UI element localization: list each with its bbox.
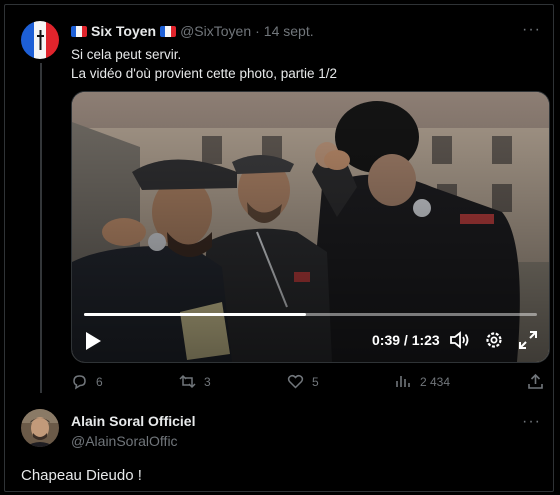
tweet-text: Si cela peut servir. La vidéo d'où provi… (71, 45, 337, 83)
avatar[interactable] (21, 409, 59, 447)
reply-button[interactable]: 6 (71, 373, 103, 390)
tweet-date[interactable]: 14 sept. (264, 23, 314, 39)
video-time: 0:39 / 1:23 (372, 332, 440, 348)
fullscreen-icon[interactable] (518, 330, 538, 350)
heart-icon (287, 374, 304, 389)
tweet-header: Six Toyen @SixToyen · 14 sept. (71, 23, 314, 39)
handle[interactable]: @AlainSoralOffic (71, 433, 178, 449)
handle[interactable]: @SixToyen (180, 23, 251, 39)
cross-icon (36, 30, 44, 50)
french-flag-icon (160, 25, 177, 37)
reply-icon (73, 375, 86, 390)
analytics-icon (396, 376, 410, 387)
avatar-photo (21, 409, 59, 447)
share-button[interactable] (527, 373, 544, 390)
more-options-button[interactable]: ··· (522, 413, 541, 431)
play-icon[interactable] (84, 331, 102, 351)
repost-icon (179, 374, 196, 389)
thread-connector-line (40, 63, 42, 393)
views-button[interactable]: 2 434 (395, 373, 450, 390)
more-options-button[interactable]: ··· (522, 21, 541, 39)
repost-count: 3 (204, 374, 211, 389)
avatar[interactable] (21, 21, 59, 59)
like-button[interactable]: 5 (287, 373, 319, 390)
tweet-text-line: La vidéo d'où provient cette photo, part… (71, 66, 338, 81)
tweet-text-line: Si cela peut servir. (71, 47, 182, 62)
like-count: 5 (312, 374, 319, 389)
display-name[interactable]: Alain Soral Officiel (71, 413, 195, 429)
repost-button[interactable]: 3 (179, 373, 211, 390)
tweet-text: Chapeau Dieudo ! (21, 467, 142, 484)
video-frame (72, 92, 549, 362)
reply-count: 6 (96, 374, 103, 389)
timeline-frame: Six Toyen @SixToyen · 14 sept. ··· Si ce… (4, 4, 554, 492)
view-count: 2 434 (420, 374, 451, 389)
separator-dot: · (255, 23, 260, 39)
video-progress-fill (84, 313, 306, 316)
share-icon (528, 373, 543, 389)
settings-gear-icon[interactable] (484, 330, 504, 350)
display-name[interactable]: Six Toyen (91, 23, 156, 39)
video-progress-bar[interactable] (84, 313, 537, 316)
tweet-actions: 6 3 5 2 434 (71, 373, 545, 393)
french-flag-icon (71, 25, 87, 37)
volume-icon[interactable] (450, 331, 470, 349)
video-player[interactable]: 0:39 / 1:23 (71, 91, 550, 363)
